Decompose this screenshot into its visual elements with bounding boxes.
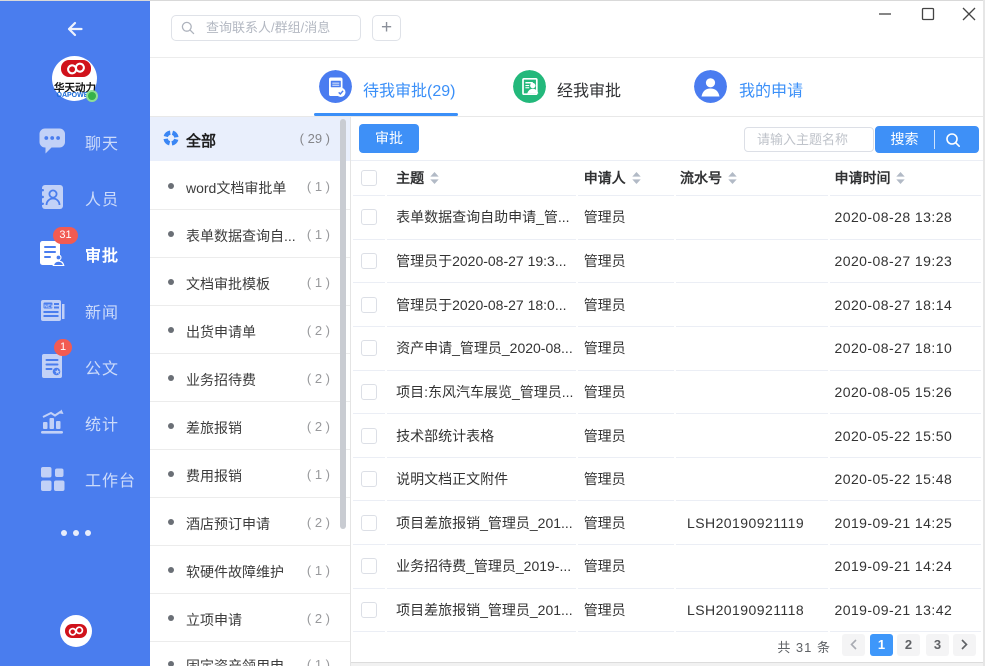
svg-text:★: ★ — [54, 368, 60, 376]
svg-text:NEW: NEW — [44, 304, 55, 309]
